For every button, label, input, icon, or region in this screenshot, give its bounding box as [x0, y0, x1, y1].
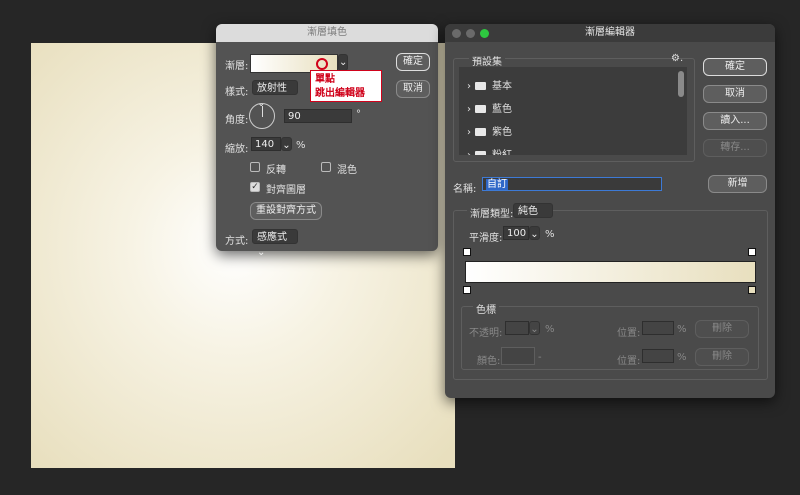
folder-icon [475, 128, 486, 136]
gradient-editor-dialog: 漸層編輯器 預設集 ⚙︎. ›基本 ›藍色 ›紫色 ›粉紅 確定 取消 讀入..… [445, 24, 775, 398]
align-layer-label: 對齊圖層 [266, 185, 306, 196]
editor-title: 漸層編輯器 [445, 24, 775, 42]
opacity-stop-left[interactable] [463, 248, 471, 256]
angle-dial[interactable] [249, 103, 275, 129]
editor-cancel-button[interactable]: 取消 [703, 85, 767, 103]
color-location-label: 位置: [617, 356, 641, 367]
color-stop-left[interactable] [463, 286, 471, 294]
opacity-label: 不透明: [469, 328, 503, 339]
presets-gear-icon[interactable]: ⚙︎. [671, 53, 683, 64]
presets-label: 預設集 [469, 53, 505, 68]
dither-checkbox[interactable] [321, 162, 331, 172]
color-dash: - [538, 352, 542, 363]
folder-icon [475, 105, 486, 113]
scale-percent: % [296, 140, 306, 151]
reverse-label: 反轉 [266, 165, 286, 176]
fill-ok-button[interactable]: 確定 [396, 53, 430, 71]
gradient-fill-dialog: 漸層填色 漸層: ⌄ 單點 跳出編輯器 樣式: 放射性 ⌄ 角度: 90 ° 縮… [216, 24, 438, 258]
style-select[interactable]: 放射性 ⌄ [252, 80, 298, 109]
method-select[interactable]: 感應式 ⌄ [252, 229, 298, 258]
window-minimize-icon[interactable] [466, 29, 475, 38]
preset-folder-blue[interactable]: › 藍色 [467, 100, 512, 115]
folder-icon [475, 82, 486, 90]
editor-ok-button[interactable]: 確定 [703, 58, 767, 76]
window-zoom-icon[interactable] [480, 29, 489, 38]
color-location-percent: % [677, 352, 687, 363]
method-value: 感應式 [257, 232, 287, 243]
opacity-delete-button[interactable]: 刪除 [695, 320, 749, 338]
color-stops-label: 色標 [473, 301, 499, 316]
preset-folder-pink[interactable]: ›粉紅 [467, 146, 512, 155]
presets-scrollbar[interactable] [678, 71, 684, 97]
preset-label: 紫色 [492, 127, 512, 138]
color-delete-button[interactable]: 刪除 [695, 348, 749, 366]
smoothness-percent: % [545, 229, 555, 240]
degree-symbol: ° [356, 109, 361, 120]
method-label: 方式: [225, 236, 249, 247]
fill-dialog-title: 漸層填色 [216, 24, 438, 42]
gradient-dropdown-chevron-icon[interactable]: ⌄ [338, 54, 348, 71]
color-swatch[interactable] [501, 347, 535, 365]
reverse-checkbox[interactable] [250, 162, 260, 172]
scale-dropdown-chevron-icon[interactable]: ⌄ [281, 137, 292, 151]
preset-label: 粉紅 [492, 150, 512, 155]
gradient-type-value: 純色 [518, 206, 538, 217]
window-close-icon[interactable] [452, 29, 461, 38]
opacity-location-input[interactable] [642, 321, 674, 335]
color-location-input[interactable] [642, 349, 674, 363]
preset-folder-basic[interactable]: › 基本 [467, 77, 512, 92]
opacity-chevron-icon[interactable]: ⌄ [529, 321, 540, 335]
angle-dial-needle [262, 106, 263, 117]
fill-cancel-button[interactable]: 取消 [396, 80, 430, 98]
opacity-stop-right[interactable] [748, 248, 756, 256]
angle-input[interactable]: 90 [284, 109, 352, 123]
style-value: 放射性 [257, 83, 287, 94]
gradient-type-select[interactable]: 純色 ⌄ [513, 203, 553, 232]
style-label: 樣式: [225, 87, 249, 98]
editor-save-button[interactable]: 轉存... [703, 139, 767, 157]
new-button[interactable]: 新增 [708, 175, 767, 193]
scale-label: 縮放: [225, 144, 249, 155]
dither-label: 混色 [337, 165, 357, 176]
opacity-input[interactable] [505, 321, 529, 335]
gradient-type-label: 漸層類型: [467, 205, 517, 220]
annotation-callout: 單點 跳出編輯器 [310, 70, 382, 102]
annotation-line2: 跳出編輯器 [315, 88, 365, 99]
angle-label: 角度: [225, 115, 249, 126]
color-label: 顏色: [477, 356, 501, 367]
opacity-location-percent: % [677, 324, 687, 335]
smoothness-input[interactable]: 100 [503, 226, 529, 240]
name-value: 自訂 [486, 179, 508, 190]
preset-label: 藍色 [492, 104, 512, 115]
color-stop-right[interactable] [748, 286, 756, 294]
gradient-bar[interactable] [465, 261, 756, 283]
smoothness-chevron-icon[interactable]: ⌄ [529, 226, 540, 240]
reset-alignment-button[interactable]: 重設對齊方式 [250, 202, 322, 220]
gradient-label: 漸層: [225, 61, 249, 72]
editor-load-button[interactable]: 讀入... [703, 112, 767, 130]
folder-icon [475, 151, 486, 155]
opacity-location-label: 位置: [617, 328, 641, 339]
preset-folder-purple[interactable]: › 紫色 [467, 123, 512, 138]
presets-list: ›基本 ›藍色 ›紫色 ›粉紅 [459, 67, 687, 155]
smoothness-label: 平滑度: [469, 233, 503, 244]
preset-label: 基本 [492, 81, 512, 92]
scale-input[interactable]: 140 [251, 137, 281, 151]
align-layer-checkbox[interactable]: ✓ [250, 182, 260, 192]
annotation-line1: 單點 [315, 74, 335, 85]
name-label: 名稱: [453, 184, 477, 195]
click-marker-icon [316, 58, 328, 70]
name-input[interactable]: 自訂 [482, 177, 662, 191]
opacity-percent: % [545, 324, 555, 335]
